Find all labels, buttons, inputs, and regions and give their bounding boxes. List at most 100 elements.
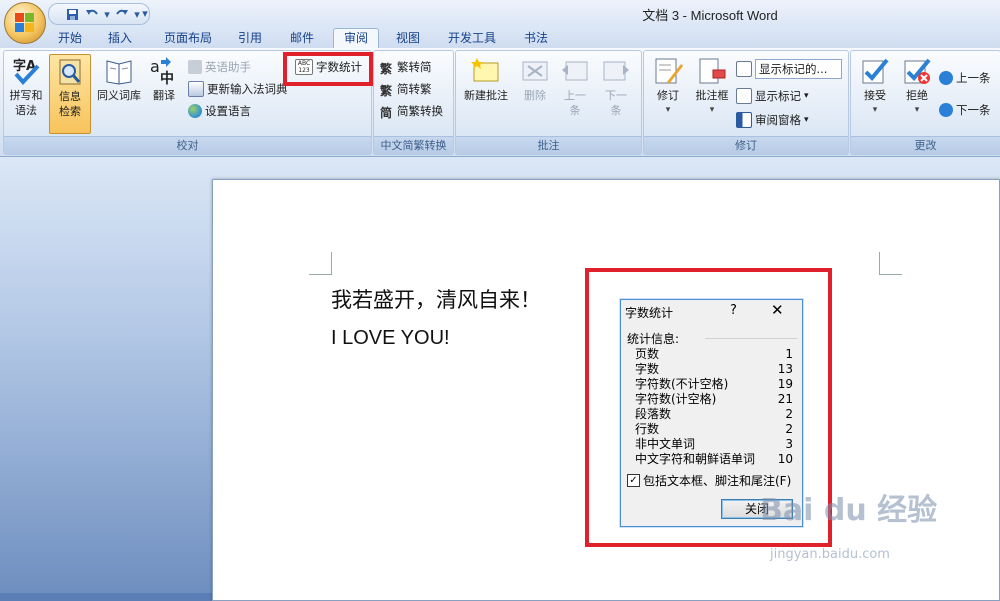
chinese-convert-button[interactable]: 简 简繁转换: [380, 102, 443, 120]
to-simplified-button[interactable]: 繁 繁转简: [380, 58, 432, 76]
tab-mailings[interactable]: 邮件: [282, 29, 322, 48]
stat-label: 中文字符和朝鲜语单词: [635, 452, 756, 466]
set-language-label: 设置语言: [205, 104, 251, 118]
new-comment-button[interactable]: 新建批注: [458, 54, 514, 103]
next-change-icon: [939, 103, 953, 117]
new-comment-icon: [471, 56, 501, 86]
traditional-to-simplified-icon: 繁: [380, 62, 393, 76]
delete-comment-icon: [520, 56, 550, 86]
previous-comment-button[interactable]: 上一 条: [556, 54, 594, 118]
spelling-label: 拼写和 语法: [9, 89, 43, 117]
translate-button[interactable]: a中 翻译: [146, 54, 182, 103]
group-changes-label: 更改: [851, 136, 1000, 154]
next-change-label: 下一条: [956, 103, 991, 117]
thesaurus-book-icon: [104, 56, 134, 86]
svg-text:中: 中: [160, 70, 174, 86]
document-line-1[interactable]: 我若盛开，清风自来！: [331, 284, 541, 314]
to-traditional-label: 简转繁: [397, 82, 432, 96]
show-markup-dropdown-icon[interactable]: ▾: [804, 87, 809, 105]
stat-value: 1: [785, 347, 793, 361]
dialog-title: 字数统计: [625, 306, 674, 320]
track-changes-button[interactable]: 修订 ▾: [648, 54, 688, 118]
stat-row: 页数 1: [635, 347, 793, 362]
group-comments-label: 批注: [456, 136, 641, 154]
stat-value: 2: [785, 422, 793, 436]
show-markup-button[interactable]: 显示标记 ▾: [736, 87, 809, 105]
tab-review[interactable]: 审阅: [333, 28, 379, 49]
statistics-heading: 统计信息:: [627, 332, 798, 346]
reviewing-pane-button[interactable]: 审阅窗格 ▾: [736, 111, 809, 129]
stat-label: 段落数: [635, 407, 672, 421]
display-for-review-select[interactable]: 显示标记的... ▾: [736, 59, 843, 79]
english-assistant-button[interactable]: 英语助手: [188, 58, 251, 76]
help-icon[interactable]: ?: [730, 303, 737, 318]
tab-home[interactable]: 开始: [50, 29, 90, 48]
display-for-review-icon: [736, 61, 752, 77]
previous-comment-icon: [560, 56, 590, 86]
balloons-button[interactable]: 批注框 ▾: [690, 54, 734, 118]
stat-label: 字符数(计空格): [635, 392, 717, 406]
checkbox-checked-icon[interactable]: ✓: [627, 474, 640, 487]
reject-button[interactable]: 拒绝 ▾: [897, 54, 937, 118]
to-traditional-button[interactable]: 繁 简转繁: [380, 80, 432, 98]
reject-label: 拒绝: [906, 89, 928, 102]
stat-value: 3: [785, 437, 793, 451]
stat-label: 字符数(不计空格): [635, 377, 729, 391]
balloons-label: 批注框: [695, 89, 729, 102]
previous-change-button[interactable]: 上一条: [939, 69, 991, 87]
tab-page-layout[interactable]: 页面布局: [156, 29, 220, 48]
stat-value: 19: [777, 377, 793, 391]
next-comment-button[interactable]: 下一 条: [596, 54, 636, 118]
show-markup-icon: [736, 88, 752, 104]
thesaurus-button[interactable]: 同义词库: [92, 54, 146, 103]
stat-row: 段落数 2: [635, 407, 793, 422]
to-simplified-label: 繁转简: [397, 60, 432, 74]
title-bar: ▾ ▾ ▾ 文档 3 - Microsoft Word: [0, 0, 1000, 26]
english-assistant-icon: [188, 60, 202, 74]
stat-row: 字符数(不计空格) 19: [635, 377, 793, 392]
watermark-main: Bai du 经验: [760, 493, 938, 528]
track-changes-label: 修订: [657, 89, 679, 102]
group-proofing-label: 校对: [4, 136, 371, 154]
accept-dropdown-icon[interactable]: ▾: [855, 103, 895, 118]
close-icon[interactable]: ✕: [771, 301, 784, 319]
previous-change-icon: [939, 71, 953, 85]
set-language-button[interactable]: 设置语言: [188, 102, 251, 120]
stat-value: 13: [777, 362, 793, 376]
office-button[interactable]: [4, 2, 46, 44]
stat-value: 2: [785, 407, 793, 421]
margin-corner-left: [309, 252, 332, 275]
stat-row: 中文字符和朝鲜语单词 10: [635, 452, 793, 467]
next-change-button[interactable]: 下一条: [939, 101, 991, 119]
ribbon-tabs: 开始 插入 页面布局 引用 邮件 审阅 视图 开发工具 书法: [0, 26, 1000, 49]
reject-icon: [902, 56, 932, 86]
group-chinese-conversion-label: 中文简繁转换: [374, 136, 453, 154]
word-count-highlight: [283, 52, 373, 86]
svg-text:a: a: [150, 57, 160, 76]
translate-label: 翻译: [153, 89, 175, 102]
tab-view[interactable]: 视图: [388, 29, 428, 48]
accept-button[interactable]: 接受 ▾: [855, 54, 895, 118]
tab-insert[interactable]: 插入: [100, 29, 140, 48]
tab-developer[interactable]: 开发工具: [440, 29, 504, 48]
reviewing-pane-label: 审阅窗格: [755, 113, 801, 127]
delete-comment-button[interactable]: 删除: [516, 54, 554, 103]
stat-label: 字数: [635, 362, 660, 376]
stat-value: 21: [777, 392, 793, 406]
tab-references[interactable]: 引用: [230, 29, 270, 48]
spelling-button[interactable]: 字A 拼写和 语法: [6, 54, 46, 118]
update-ime-label: 更新输入法词典: [207, 82, 288, 96]
reviewing-pane-icon: [736, 112, 752, 128]
next-comment-icon: [601, 56, 631, 86]
balloons-dropdown-icon[interactable]: ▾: [690, 103, 734, 118]
show-markup-label: 显示标记: [755, 89, 801, 103]
reject-dropdown-icon[interactable]: ▾: [897, 103, 937, 118]
research-button[interactable]: 信息 检索: [49, 54, 91, 134]
update-ime-dictionary-button[interactable]: 更新输入法词典: [188, 80, 288, 98]
tab-calligraphy[interactable]: 书法: [516, 29, 556, 48]
document-line-2[interactable]: I LOVE YOU!: [331, 327, 450, 350]
reviewing-pane-dropdown-icon[interactable]: ▾: [804, 111, 809, 129]
track-changes-dropdown-icon[interactable]: ▾: [648, 103, 688, 118]
english-assistant-label: 英语助手: [205, 60, 251, 74]
thesaurus-label: 同义词库: [97, 89, 141, 102]
